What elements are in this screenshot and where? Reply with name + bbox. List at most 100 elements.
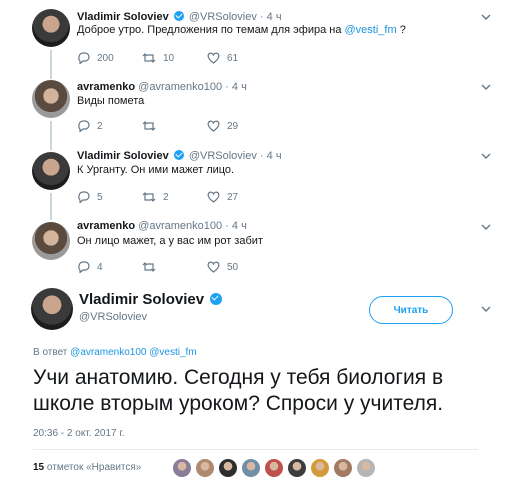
separator-dot: · xyxy=(225,81,229,93)
tweet-time[interactable]: 4 ч xyxy=(232,220,247,232)
heart-icon xyxy=(207,261,220,273)
liker-avatar[interactable] xyxy=(195,458,215,478)
tweet[interactable]: avramenko @avramenko100 · 4 ч Виды помет… xyxy=(0,72,511,146)
retweet-icon xyxy=(142,53,156,63)
likes-count: 15 xyxy=(33,462,45,473)
tweet-header: avramenko @avramenko100 · 4 ч xyxy=(77,81,247,93)
author-handle[interactable]: @VRSoloviev xyxy=(189,11,257,23)
heart-icon xyxy=(207,120,220,132)
retweet-icon xyxy=(142,262,156,272)
tweet-time[interactable]: 4 ч xyxy=(267,150,282,162)
reply-count: 200 xyxy=(97,52,114,64)
author-name[interactable]: avramenko xyxy=(77,220,135,232)
reply-icon xyxy=(78,52,90,64)
author-name[interactable]: avramenko xyxy=(77,81,135,93)
tweet-text: Виды помета xyxy=(77,95,145,107)
liker-avatar[interactable] xyxy=(287,458,307,478)
like-button[interactable]: 27 xyxy=(207,191,272,203)
reply-button[interactable]: 4 xyxy=(77,261,142,273)
retweet-icon xyxy=(142,192,156,202)
liker-avatar[interactable] xyxy=(310,458,330,478)
reply-mentions-link[interactable]: @avramenko100 @vesti_fm xyxy=(70,347,196,358)
chevron-down-icon[interactable] xyxy=(481,12,491,22)
verified-icon xyxy=(173,11,184,21)
liker-avatars xyxy=(172,458,379,478)
separator-dot: · xyxy=(259,11,264,23)
main-author-name[interactable]: Vladimir Soloviev xyxy=(79,291,224,308)
retweet-icon xyxy=(142,121,156,131)
retweet-button[interactable]: 10 xyxy=(142,52,207,64)
tweet-text-tail: ? xyxy=(396,24,406,36)
chevron-down-icon[interactable] xyxy=(481,82,491,92)
liker-avatar[interactable] xyxy=(333,458,353,478)
retweet-button[interactable] xyxy=(142,261,207,273)
tweet-time[interactable]: 4 ч xyxy=(267,11,282,23)
chevron-down-icon[interactable] xyxy=(481,151,491,161)
tweet-actions: 2 29 xyxy=(77,120,272,132)
tweet-time[interactable]: 4 ч xyxy=(232,81,247,93)
tweet[interactable]: avramenko @avramenko100 · 4 ч Он лицо ма… xyxy=(0,216,511,284)
reply-button[interactable]: 5 xyxy=(77,191,142,203)
reply-button[interactable]: 2 xyxy=(77,120,142,132)
author-handle[interactable]: @VRSoloviev xyxy=(189,150,257,162)
tweet-header: Vladimir Soloviev @VRSoloviev · 4 ч xyxy=(77,150,282,162)
reply-icon xyxy=(78,191,90,203)
main-author-handle[interactable]: @VRSoloviev xyxy=(79,311,147,323)
like-count: 61 xyxy=(227,52,239,64)
thread-line xyxy=(50,121,52,146)
retweet-count: 2 xyxy=(163,191,169,203)
reply-icon xyxy=(78,120,90,132)
thread-line xyxy=(50,72,52,79)
reply-icon xyxy=(78,261,90,273)
tweet-actions: 200 10 61 xyxy=(77,52,272,64)
reply-prefix: В ответ xyxy=(33,347,71,358)
main-author-name-text: Vladimir Soloviev xyxy=(79,291,205,308)
tweet-timestamp[interactable]: 20:36 - 2 окт. 2017 г. xyxy=(33,428,125,439)
avatar[interactable] xyxy=(32,222,70,260)
tweet-actions: 4 50 xyxy=(77,261,272,273)
avatar[interactable] xyxy=(32,152,70,190)
tweet-actions: 5 2 27 xyxy=(77,191,272,203)
like-button[interactable]: 50 xyxy=(207,261,272,273)
reply-count: 2 xyxy=(97,120,103,132)
likes-stat[interactable]: 15 отметок «Нравится» xyxy=(33,462,141,473)
reply-count: 5 xyxy=(97,191,103,203)
tweet[interactable]: Vladimir Soloviev @VRSoloviev · 4 ч К Ур… xyxy=(0,144,511,218)
like-count: 50 xyxy=(227,261,239,273)
liker-avatar[interactable] xyxy=(356,458,376,478)
author-name[interactable]: Vladimir Soloviev xyxy=(77,11,169,23)
likes-label: отметок «Нравится» xyxy=(44,462,142,473)
liker-avatar[interactable] xyxy=(264,458,284,478)
author-handle[interactable]: @avramenko100 xyxy=(138,81,222,93)
liker-avatar[interactable] xyxy=(172,458,192,478)
like-button[interactable]: 61 xyxy=(207,52,272,64)
follow-button[interactable]: Читать xyxy=(369,296,453,324)
separator-dot: · xyxy=(259,150,264,162)
like-button[interactable]: 29 xyxy=(207,120,272,132)
tweet[interactable]: Vladimir Soloviev @VRSoloviev · 4 ч Добр… xyxy=(0,0,511,75)
reply-context: В ответ @avramenko100 @vesti_fm xyxy=(33,347,197,358)
liker-avatar[interactable] xyxy=(218,458,238,478)
chevron-down-icon[interactable] xyxy=(481,304,491,314)
liker-avatar[interactable] xyxy=(241,458,261,478)
author-name[interactable]: Vladimir Soloviev xyxy=(77,150,169,162)
retweet-count: 10 xyxy=(163,52,175,64)
main-avatar[interactable] xyxy=(31,288,73,330)
tweet-text: К Урганту. Он ими мажет лицо. xyxy=(77,164,235,176)
chevron-down-icon[interactable] xyxy=(481,222,491,232)
like-count: 29 xyxy=(227,120,239,132)
mention-link[interactable]: @vesti_fm xyxy=(345,24,397,36)
like-count: 27 xyxy=(227,191,239,203)
tweet-header: Vladimir Soloviev @VRSoloviev · 4 ч xyxy=(77,11,282,23)
thread-line xyxy=(50,216,52,220)
avatar[interactable] xyxy=(32,80,70,118)
avatar[interactable] xyxy=(32,9,70,47)
tweet-text: Доброе утро. Предложения по темам для эф… xyxy=(77,24,406,36)
thread-line xyxy=(50,193,52,218)
separator-dot: · xyxy=(225,220,229,232)
retweet-button[interactable] xyxy=(142,120,207,132)
reply-button[interactable]: 200 xyxy=(77,52,142,64)
tweet-text-body: Доброе утро. Предложения по темам для эф… xyxy=(77,24,345,36)
author-handle[interactable]: @avramenko100 xyxy=(138,220,222,232)
retweet-button[interactable]: 2 xyxy=(142,191,207,203)
